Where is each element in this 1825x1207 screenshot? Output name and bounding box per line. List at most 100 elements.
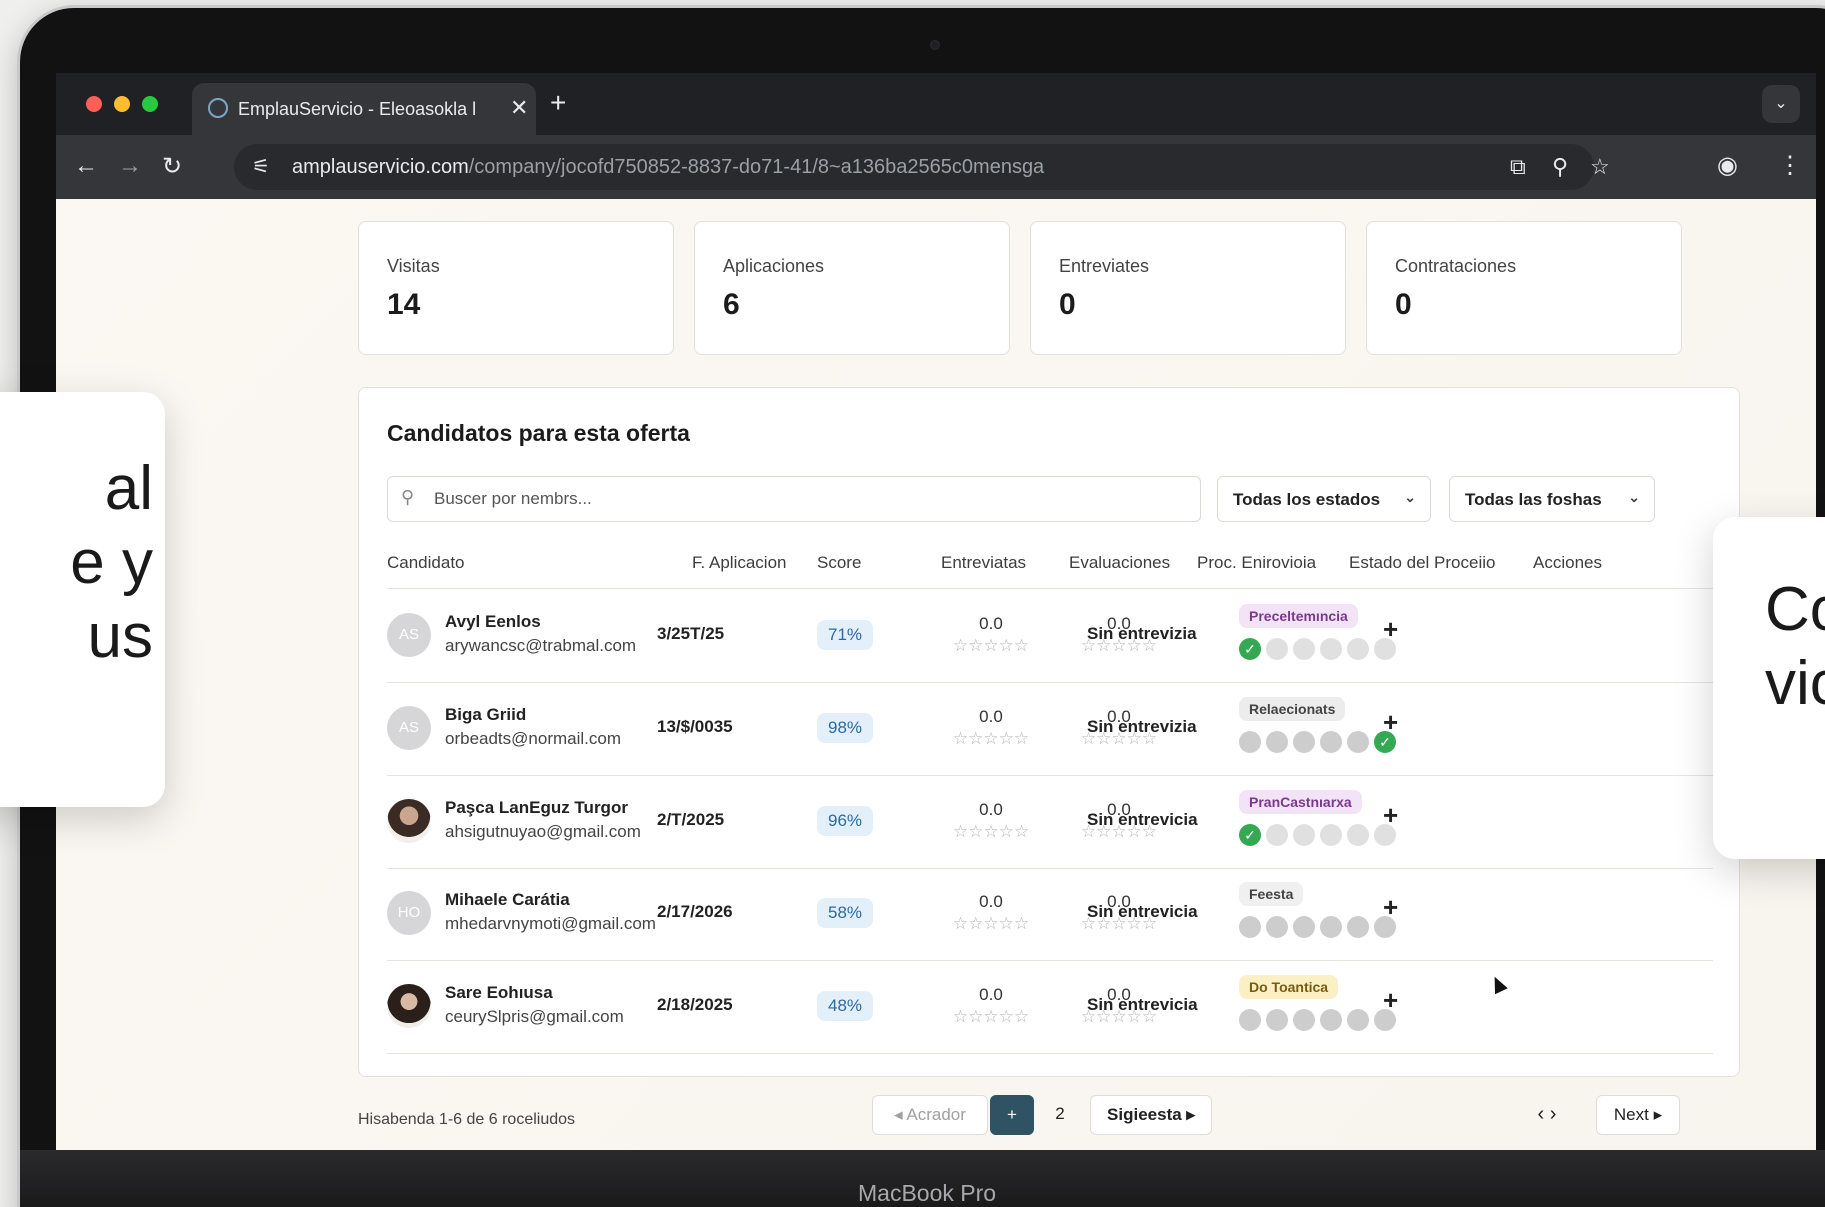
status-filter-select[interactable]: Todas los estados ⌄ [1217,476,1431,522]
window-close-dot[interactable] [86,96,102,112]
column-header-score[interactable]: Score [817,553,861,573]
column-header-status[interactable]: Estado del Proceiio [1349,553,1495,573]
browser-tab[interactable]: EmplauServicio - Eleoasokla l ✕ [192,83,536,135]
stat-label: Visitas [387,256,440,276]
laptop-chin: MacBook Pro [20,1150,1825,1207]
current-page-button[interactable]: + [990,1095,1034,1135]
date-filter-value: Todas las foshas [1465,490,1602,509]
interview-rating: 0.0 ☆☆☆☆☆ [939,892,1043,934]
add-action-button[interactable]: + [1383,985,1398,1016]
interview-rating-value: 0.0 [979,985,1003,1004]
check-circle-icon: ✓ [1239,824,1261,846]
step-dot [1347,731,1369,753]
step-dot [1347,824,1369,846]
star-rating-icon: ☆☆☆☆☆ [952,636,1030,655]
window-minimize-dot[interactable] [114,96,130,112]
interview-process-status: Sin entrevizia [1087,624,1197,643]
browser-menu-icon[interactable]: ⋮ [1778,151,1802,180]
left-side-card: al e y us [0,392,165,807]
step-dot [1239,916,1261,938]
avatar: AS [387,706,431,750]
step-dot [1320,824,1342,846]
window-maximize-dot[interactable] [142,96,158,112]
tab-close-icon[interactable]: ✕ [510,95,528,121]
search-input[interactable] [434,489,1174,509]
header-divider [387,588,1713,589]
tab-bar: EmplauServicio - Eleoasokla l ✕ + ⌄ [56,73,1816,135]
step-dot [1320,731,1342,753]
stat-label: Aplicaciones [723,256,825,276]
prev-page-button[interactable]: ◂ Acrador [872,1095,988,1135]
search-box[interactable]: ⚲ [387,476,1201,522]
translate-icon[interactable]: ⧉ [1510,154,1526,180]
back-arrow-icon[interactable]: ← [74,152,98,180]
table-row[interactable]: HO Mihaele Carátia mhedarvnymoti@gmail.c… [359,868,1739,960]
interview-process-status: Sin entrevicia [1087,902,1198,921]
status-badge: PranCastnıarxa [1239,790,1362,814]
address-bar[interactable]: ⚟ amplauservicio.com/company/jocofd75085… [234,144,1610,190]
column-header-interviews[interactable]: Entreviatas [941,553,1026,573]
step-dot [1347,916,1369,938]
application-date: 2/17/2026 [657,902,733,921]
next-button[interactable]: Next ▸ [1596,1095,1680,1135]
bookmark-star-icon[interactable]: ☆ [1590,154,1610,180]
stat-value: 6 [723,288,740,321]
prev-next-arrows-icon[interactable]: ‹ › [1522,1095,1572,1135]
stat-label: Entreviates [1059,256,1150,276]
date-filter-select[interactable]: Todas las foshas ⌄ [1449,476,1655,522]
row-divider [387,1053,1713,1054]
tab-title: EmplauServicio - Eleoasokla l [238,99,477,119]
application-date: 3/25T/25 [657,624,725,643]
browser-toolbar: ← → ↻ ⚟ amplauservicio.com/company/jocof… [56,135,1816,199]
page-content: Visitas 14 Aplicaciones 6 Entreviates 0 … [56,199,1816,1151]
interview-rating: 0.0 ☆☆☆☆☆ [939,800,1043,842]
new-tab-button[interactable]: + [550,87,566,119]
column-header-evaluations[interactable]: Evaluaciones [1069,553,1170,573]
application-date: 2/18/2025 [657,995,733,1014]
column-header-date[interactable]: F. Aplicacion [692,553,787,573]
step-dot [1347,638,1369,660]
column-header-proc[interactable]: Proc. Enirovioia [1197,553,1316,573]
zoom-icon[interactable]: ⚲ [1552,154,1568,180]
score-badge: 96% [817,806,873,836]
score-badge: 58% [817,898,873,928]
interview-rating-value: 0.0 [979,614,1003,633]
device-label: MacBook Pro [858,1180,997,1206]
reload-icon[interactable]: ↻ [162,152,182,181]
profile-icon[interactable]: ◉ [1717,151,1738,180]
candidate-name[interactable]: Mihaele Carátia [445,890,570,910]
check-circle-icon: ✓ [1239,638,1261,660]
candidate-name[interactable]: Avyl Eenlos [445,612,541,632]
status-badge: Feesta [1239,882,1304,906]
add-action-button[interactable]: + [1383,800,1398,831]
candidate-name[interactable]: Biga Griid [445,705,526,725]
candidate-email: orbeadts@normail.com [445,729,621,748]
right-side-card-text: Co vic [1765,575,1825,718]
next-page-button[interactable]: Sigieesta ▸ [1090,1095,1212,1135]
table-row[interactable]: Sare Eohıusa ceurySlpris@gmail.com 2/18/… [359,961,1739,1053]
step-dot [1266,731,1288,753]
table-row[interactable]: Paşca LanEguz Turgor ahsigutnuyao@gmail.… [359,776,1739,868]
candidate-name[interactable]: Sare Eohıusa [445,983,553,1003]
site-settings-icon[interactable]: ⚟ [252,154,270,179]
step-dot [1266,1009,1288,1031]
step-dot [1320,916,1342,938]
add-action-button[interactable]: + [1383,614,1398,645]
panel-title: Candidatos para esta oferta [387,420,690,446]
candidate-name[interactable]: Paşca LanEguz Turgor [445,798,628,818]
tab-search-chevron-icon[interactable]: ⌄ [1762,85,1800,123]
table-row[interactable]: AS Avyl Eenlos arywancsc@trabmal.com 3/2… [359,590,1739,682]
table-row[interactable]: AS Biga Griid orbeadts@normail.com 13/$/… [359,683,1739,775]
forward-arrow-icon[interactable]: → [118,152,142,180]
add-action-button[interactable]: + [1383,707,1398,738]
column-header-candidate[interactable]: Candidato [387,553,465,573]
interview-rating: 0.0 ☆☆☆☆☆ [939,985,1043,1027]
add-action-button[interactable]: + [1383,892,1398,923]
favicon-icon [208,98,228,118]
application-date: 13/$/0035 [657,717,733,736]
page-2-button[interactable]: 2 [1042,1095,1078,1135]
avatar [387,799,431,843]
interview-process-status: Sin entrevicia [1087,995,1198,1014]
score-badge: 98% [817,713,873,743]
url-text[interactable]: amplauservicio.com/company/jocofd750852-… [292,156,1044,179]
